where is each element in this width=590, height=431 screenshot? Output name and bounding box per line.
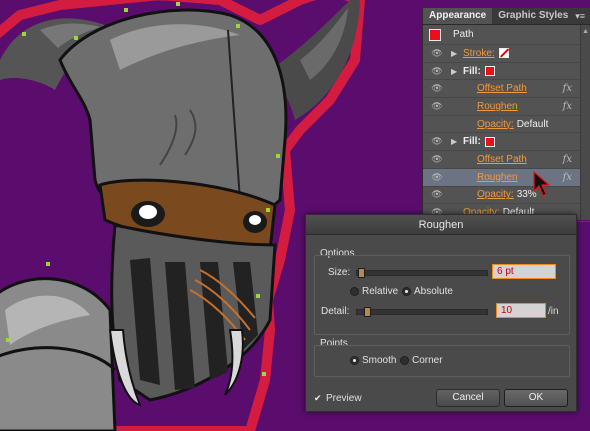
appearance-row-value: Default — [516, 118, 549, 130]
path-label: Path — [453, 29, 474, 40]
dialog-title[interactable]: Roughen — [306, 215, 576, 235]
appearance-row[interactable]: 👁 Roughen fx — [423, 168, 590, 187]
detail-unit: /in — [548, 306, 559, 317]
appearance-row[interactable]: 👁 ▶ Fill: — [423, 133, 590, 152]
appearance-row[interactable]: Opacity: Default — [423, 116, 590, 134]
stroke-swatch[interactable] — [498, 48, 509, 59]
fx-icon[interactable]: fx — [563, 101, 572, 112]
corner-label: Corner — [412, 355, 443, 366]
visibility-eye-icon[interactable]: 👁 — [429, 136, 445, 147]
absolute-label: Absolute — [414, 286, 453, 297]
visibility-eye-icon[interactable]: 👁 — [429, 48, 445, 59]
appearance-row-label[interactable]: Offset Path — [477, 154, 527, 165]
relative-radio[interactable] — [350, 287, 359, 296]
appearance-row-label: Fill: — [463, 136, 481, 148]
appearance-row[interactable]: 👁 Offset Path fx — [423, 80, 590, 99]
visibility-eye-icon[interactable]: 👁 — [429, 66, 445, 77]
relative-label: Relative — [362, 286, 399, 297]
appearance-row-label[interactable]: Opacity: — [477, 189, 514, 200]
panel-tabbar: Appearance Graphic Styles ▾≡ — [423, 8, 590, 25]
visibility-eye-icon[interactable]: 👁 — [429, 189, 445, 200]
roughen-dialog: Roughen Options Size: 6 pt Relative Abso… — [305, 214, 577, 412]
corner-radio[interactable] — [400, 356, 409, 365]
visibility-eye-icon[interactable]: 👁 — [429, 154, 445, 165]
preview-label: Preview — [326, 393, 362, 404]
appearance-row-label[interactable]: Roughen — [477, 172, 518, 183]
appearance-rows: 👁 ▶ Stroke: 👁 ▶ Fill: 👁 Offset Path fx 👁 Roughen fx… — [423, 45, 590, 222]
expand-triangle-icon[interactable]: ▶ — [451, 137, 461, 146]
appearance-row-label[interactable]: Stroke: — [463, 48, 495, 59]
mouse-cursor-icon — [533, 171, 551, 197]
appearance-row[interactable]: 👁 Offset Path fx — [423, 151, 590, 169]
size-slider[interactable] — [356, 270, 488, 276]
appearance-row[interactable]: 👁 Roughen fx — [423, 98, 590, 116]
path-header-row[interactable]: Path — [423, 25, 590, 45]
fill-swatch[interactable] — [484, 136, 495, 147]
expand-triangle-icon[interactable]: ▶ — [451, 49, 461, 58]
size-input[interactable]: 6 pt — [492, 264, 556, 279]
appearance-row[interactable]: 👁 ▶ Fill: — [423, 63, 590, 81]
expand-triangle-icon[interactable]: ▶ — [451, 67, 461, 76]
smooth-radio[interactable] — [350, 356, 359, 365]
appearance-row[interactable]: 👁 ▶ Stroke: — [423, 45, 590, 63]
path-thumbnail — [429, 28, 441, 41]
absolute-radio[interactable] — [402, 287, 411, 296]
tab-graphic-styles[interactable]: Graphic Styles — [492, 8, 574, 24]
size-label: Size: — [328, 267, 351, 278]
visibility-eye-icon[interactable]: 👁 — [429, 101, 445, 112]
appearance-panel: Appearance Graphic Styles ▾≡ Path 👁 ▶ Stro… — [422, 8, 590, 222]
detail-label: Detail: — [321, 306, 350, 317]
appearance-row-label[interactable]: Offset Path — [477, 83, 527, 94]
panel-scrollbar[interactable] — [580, 25, 590, 220]
appearance-row-label: Fill: — [463, 65, 481, 77]
ok-button[interactable]: OK — [504, 389, 568, 407]
fx-icon[interactable]: fx — [563, 154, 572, 165]
fx-icon[interactable]: fx — [563, 172, 572, 183]
visibility-eye-icon[interactable]: 👁 — [429, 83, 445, 94]
size-slider-thumb[interactable] — [358, 268, 365, 278]
preview-checkbox[interactable]: ✔ — [314, 393, 324, 403]
detail-slider[interactable] — [356, 309, 488, 315]
smooth-label: Smooth — [362, 355, 397, 366]
detail-input[interactable]: 10 — [496, 303, 546, 318]
panel-menu-icon[interactable]: ▾≡ — [575, 11, 585, 22]
tab-appearance[interactable]: Appearance — [423, 8, 493, 24]
fx-icon[interactable]: fx — [563, 83, 572, 94]
fill-swatch[interactable] — [484, 66, 495, 77]
cancel-button[interactable]: Cancel — [436, 389, 500, 407]
appearance-row[interactable]: 👁 Opacity: 33% — [423, 187, 590, 205]
visibility-eye-icon[interactable]: 👁 — [429, 172, 445, 183]
appearance-row-label[interactable]: Roughen — [477, 101, 518, 112]
scroll-up-arrow-icon[interactable]: ▲ — [582, 28, 589, 35]
appearance-row-label[interactable]: Opacity: — [477, 119, 514, 130]
detail-slider-thumb[interactable] — [364, 307, 371, 317]
